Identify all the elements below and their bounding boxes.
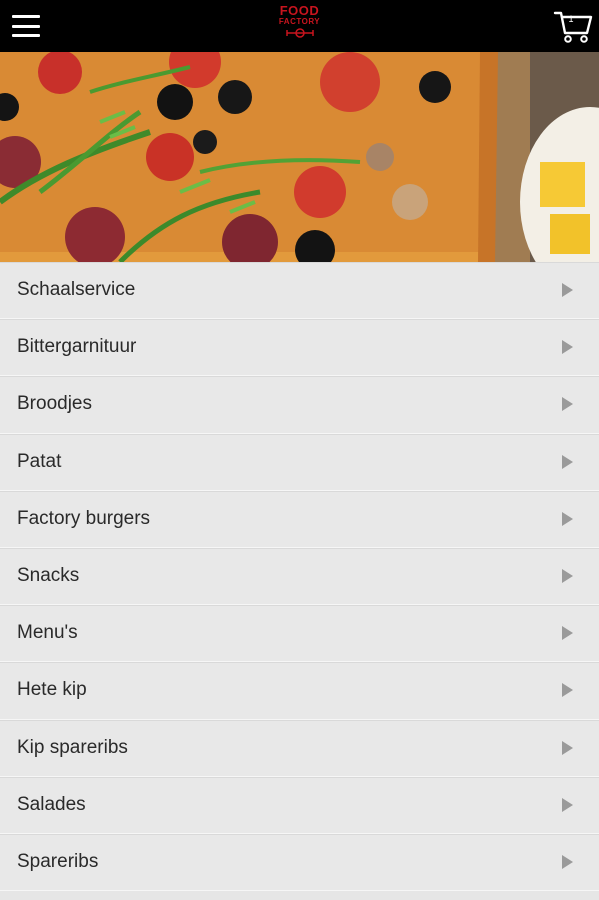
category-label: Menu's (17, 622, 78, 644)
category-row-kip-spareribs[interactable]: Kip spareribs (0, 719, 599, 777)
chevron-right-icon (562, 454, 573, 469)
category-label: Spareribs (17, 850, 99, 872)
chevron-right-icon (562, 797, 573, 812)
category-label: Snacks (17, 565, 80, 587)
food-factory-logo[interactable]: FOOD FACTORY (278, 4, 322, 48)
category-label: Kip spareribs (17, 736, 128, 758)
category-label: Bittergarnituur (17, 336, 137, 358)
category-label: Patat (17, 450, 62, 472)
chevron-right-icon (562, 283, 573, 298)
chevron-right-icon (562, 511, 573, 526)
category-row-bittergarnituur[interactable]: Bittergarnituur (0, 319, 599, 377)
logo-fork-icon (285, 28, 314, 38)
category-label: Factory burgers (17, 507, 151, 529)
chevron-right-icon (562, 683, 573, 698)
category-label: Hete kip (17, 679, 87, 701)
category-row-broodjes[interactable]: Broodjes (0, 376, 599, 434)
category-row-spareribs[interactable]: Spareribs (0, 833, 599, 892)
category-row-hete-kip[interactable]: Hete kip (0, 662, 599, 720)
top-bar: FOOD FACTORY 1 (0, 0, 599, 52)
category-label: Broodjes (17, 393, 92, 415)
category-row-factory-burgers[interactable]: Factory burgers (0, 490, 599, 548)
menu-button[interactable] (0, 0, 52, 52)
hero-image-pizza (0, 52, 599, 262)
chevron-right-icon (562, 340, 573, 355)
category-row-menus[interactable]: Menu's (0, 605, 599, 663)
category-list: Schaalservice Bittergarnituur Broodjes P… (0, 262, 599, 892)
category-row-snacks[interactable]: Snacks (0, 547, 599, 606)
logo-text-line1: FOOD (279, 3, 320, 18)
category-label: Salades (17, 793, 86, 815)
chevron-right-icon (562, 626, 573, 641)
category-label: Schaalservice (17, 279, 136, 301)
cart-count-badge: 1 (568, 14, 574, 24)
cart-button[interactable]: 1 (547, 0, 599, 52)
chevron-right-icon (562, 854, 573, 869)
chevron-right-icon (562, 397, 573, 412)
chevron-right-icon (562, 569, 573, 584)
hamburger-menu-icon (12, 15, 40, 37)
category-row-salades[interactable]: Salades (0, 776, 599, 834)
logo-text-line2: FACTORY (278, 17, 321, 26)
category-row-schaalservice[interactable]: Schaalservice (0, 262, 599, 320)
category-row-patat[interactable]: Patat (0, 433, 599, 491)
pizza-image (0, 52, 599, 262)
chevron-right-icon (562, 740, 573, 755)
